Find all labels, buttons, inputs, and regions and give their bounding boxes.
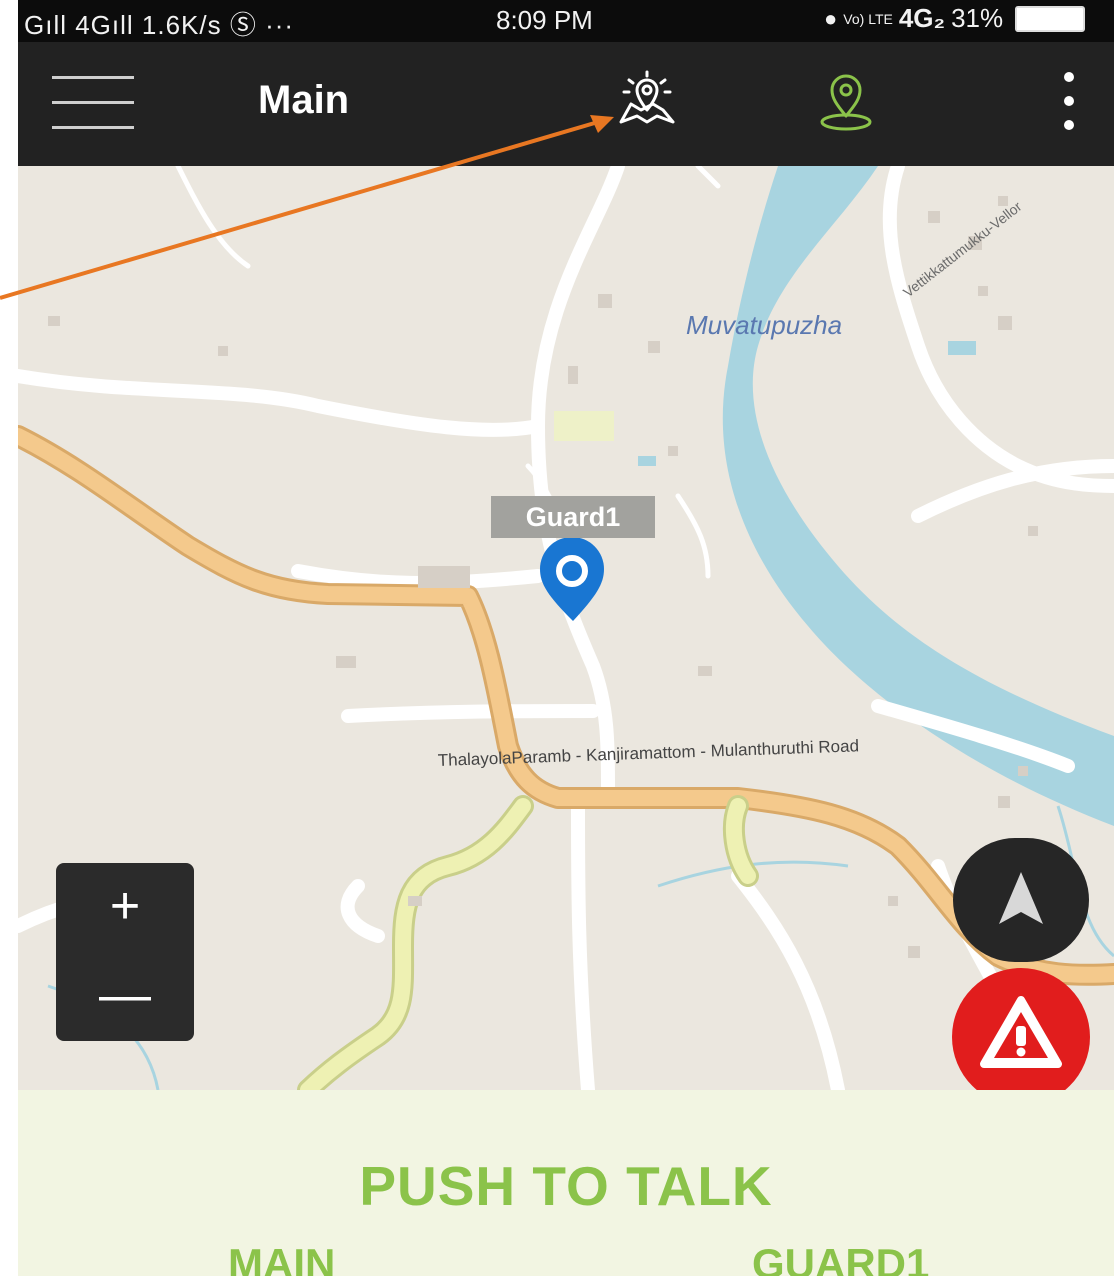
channel-main-label[interactable]: MAIN	[228, 1240, 335, 1276]
location-status-icon: ●	[824, 5, 838, 31]
zoom-controls: + —	[56, 863, 194, 1041]
place-label-muvatupuzha: Muvatupuzha	[686, 310, 842, 340]
status-bar: Gıll 4Gıll 1.6K/s Ⓢ ··· 8:09 PM ● Vo) LT…	[18, 0, 1114, 42]
location-marker-icon[interactable]	[540, 537, 604, 621]
volte-text: Vo) LTE	[843, 10, 893, 27]
push-to-talk-panel[interactable]: PUSH TO TALK MAIN GUARD1	[18, 1090, 1114, 1276]
map-area-icon[interactable]	[615, 70, 679, 134]
status-time: 8:09 PM	[496, 5, 593, 35]
network-text: 4G₂	[898, 3, 946, 33]
navigation-arrow-icon	[999, 872, 1043, 924]
alert-button[interactable]	[952, 968, 1090, 1090]
location-pin-icon[interactable]	[814, 70, 878, 134]
push-to-talk-title[interactable]: PUSH TO TALK	[18, 1154, 1114, 1218]
place-label-vettikkattumukku: Vettikkattumukku-Vellor	[900, 198, 1025, 300]
warning-icon	[980, 996, 1062, 1068]
zoom-in-button[interactable]: +	[56, 863, 194, 952]
compass-button[interactable]	[953, 838, 1089, 962]
channel-guard1-label[interactable]: GUARD1	[752, 1240, 929, 1276]
app-screen: Gıll 4Gıll 1.6K/s Ⓢ ··· 8:09 PM ● Vo) LT…	[0, 0, 1114, 1276]
battery-percent: 31%	[951, 3, 1004, 33]
app-bar: Main	[18, 42, 1114, 166]
map-view[interactable]: Muvatupuzha Vettikkattumukku-Vellor Thal…	[18, 166, 1114, 1090]
more-vertical-icon[interactable]	[1058, 72, 1082, 134]
battery-icon	[1015, 5, 1086, 32]
menu-icon[interactable]	[52, 76, 134, 130]
status-right: ● Vo) LTE 4G₂ 31%	[824, 3, 1086, 34]
marker-label: Guard1	[491, 496, 655, 538]
zoom-out-button[interactable]: —	[56, 952, 194, 1041]
status-signal-text: Gıll 4Gıll 1.6K/s Ⓢ ···	[24, 10, 295, 40]
page-title: Main	[258, 78, 350, 122]
